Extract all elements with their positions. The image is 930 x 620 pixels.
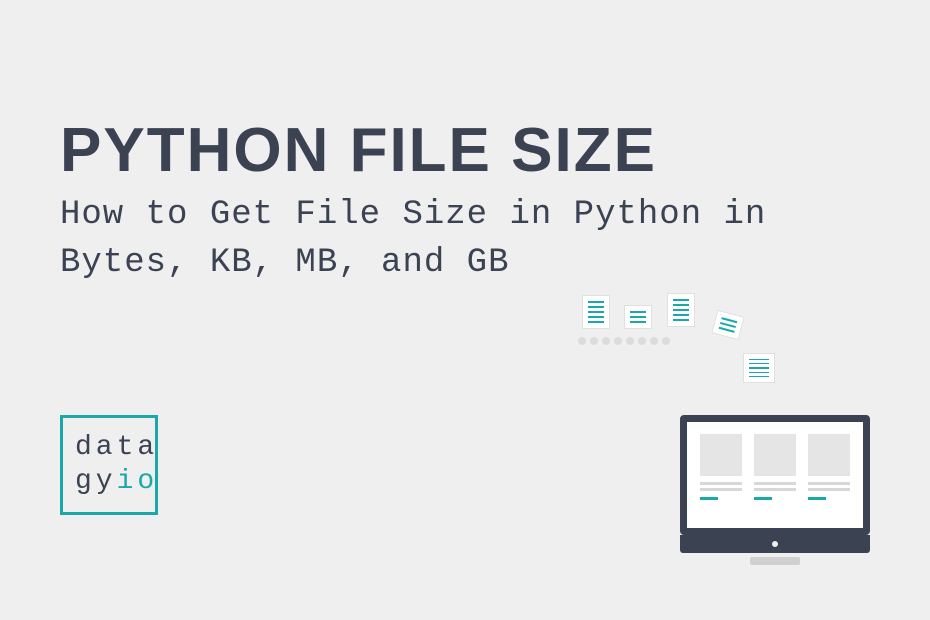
page-title: PYTHON FILE SIZE (60, 120, 870, 182)
monitor-stand (680, 535, 870, 553)
monitor-icon (680, 415, 870, 565)
document-icon (711, 310, 744, 340)
monitor-base (750, 557, 800, 565)
document-icon (743, 353, 775, 383)
document-icon (582, 295, 610, 329)
decorative-dots (578, 337, 670, 345)
thumbnail-icon (808, 434, 850, 516)
hero-illustration (550, 285, 870, 565)
document-icon (624, 305, 652, 329)
thumbnail-icon (700, 434, 742, 516)
document-icon (667, 293, 695, 327)
thumbnail-icon (754, 434, 796, 516)
monitor-screen (680, 415, 870, 535)
brand-logo: data gyio (60, 415, 158, 515)
logo-text-line2: gyio (75, 465, 155, 499)
page-subtitle: How to Get File Size in Python in Bytes,… (60, 192, 820, 287)
logo-text-line1: data (75, 431, 155, 465)
